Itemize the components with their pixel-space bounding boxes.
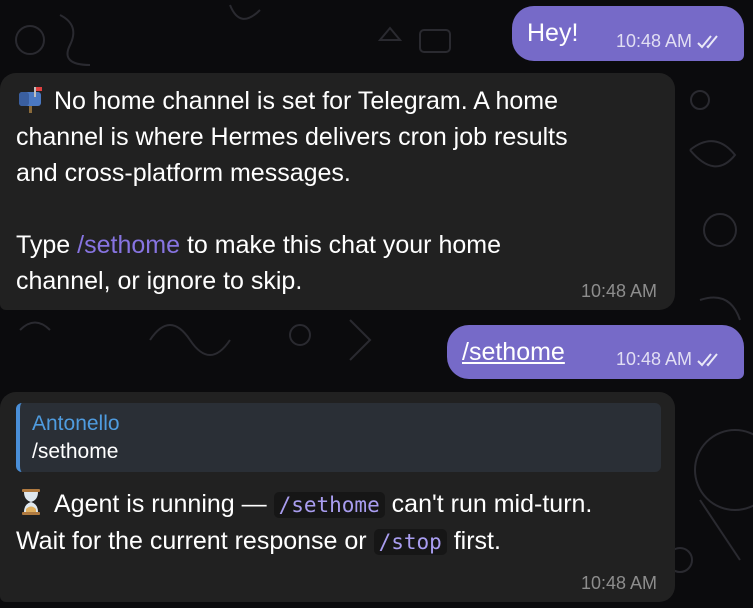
message-meta: 10:48 AM bbox=[616, 31, 722, 52]
message-line: to make this chat your home bbox=[180, 231, 501, 259]
incoming-message[interactable]: No home channel is set for Telegram. A h… bbox=[0, 73, 675, 310]
message-time: 10:48 AM bbox=[615, 349, 692, 369]
message-time: 10:48 AM bbox=[580, 281, 657, 301]
outgoing-message[interactable]: /sethome 10:48 AM bbox=[447, 325, 744, 379]
message-body: No home channel is set for Telegram. A h… bbox=[16, 83, 666, 299]
outgoing-message[interactable]: Hey! 10:48 AM bbox=[512, 6, 744, 61]
reply-quote[interactable]: Antonello /sethome bbox=[16, 403, 661, 472]
reply-text: /sethome bbox=[32, 440, 119, 463]
sethome-command-link[interactable]: /sethome bbox=[462, 334, 565, 370]
message-line: No home channel is set for Telegram. A h… bbox=[54, 87, 558, 115]
message-line: first. bbox=[446, 527, 501, 555]
message-time: 10:48 AM bbox=[580, 573, 657, 593]
message-line: Type bbox=[16, 231, 78, 259]
message-line: channel is where Hermes delivers cron jo… bbox=[16, 123, 568, 151]
hourglass-icon bbox=[22, 489, 40, 515]
message-line: Agent is running — bbox=[54, 490, 274, 518]
mailbox-icon bbox=[19, 87, 42, 113]
stop-command-code: /stop bbox=[373, 529, 447, 555]
message-text: Hey! bbox=[527, 19, 579, 47]
message-line: and cross-platform messages. bbox=[16, 159, 351, 187]
reply-author: Antonello bbox=[32, 412, 120, 435]
sethome-command-code: /sethome bbox=[273, 492, 385, 518]
sethome-command-link[interactable]: /sethome bbox=[77, 231, 180, 259]
double-check-icon bbox=[697, 34, 718, 48]
message-body: Agent is running — /sethome can't run mi… bbox=[16, 486, 671, 560]
double-check-icon bbox=[697, 352, 718, 366]
message-line: Wait for the current response or bbox=[16, 527, 374, 555]
message-meta: 10:48 AM bbox=[616, 349, 722, 370]
incoming-message[interactable]: Antonello /sethome Agent is running — /s… bbox=[0, 392, 675, 602]
message-line: can't run mid-turn. bbox=[384, 490, 593, 518]
message-time: 10:48 AM bbox=[615, 31, 692, 51]
message-line: channel, or ignore to skip. bbox=[16, 267, 303, 295]
